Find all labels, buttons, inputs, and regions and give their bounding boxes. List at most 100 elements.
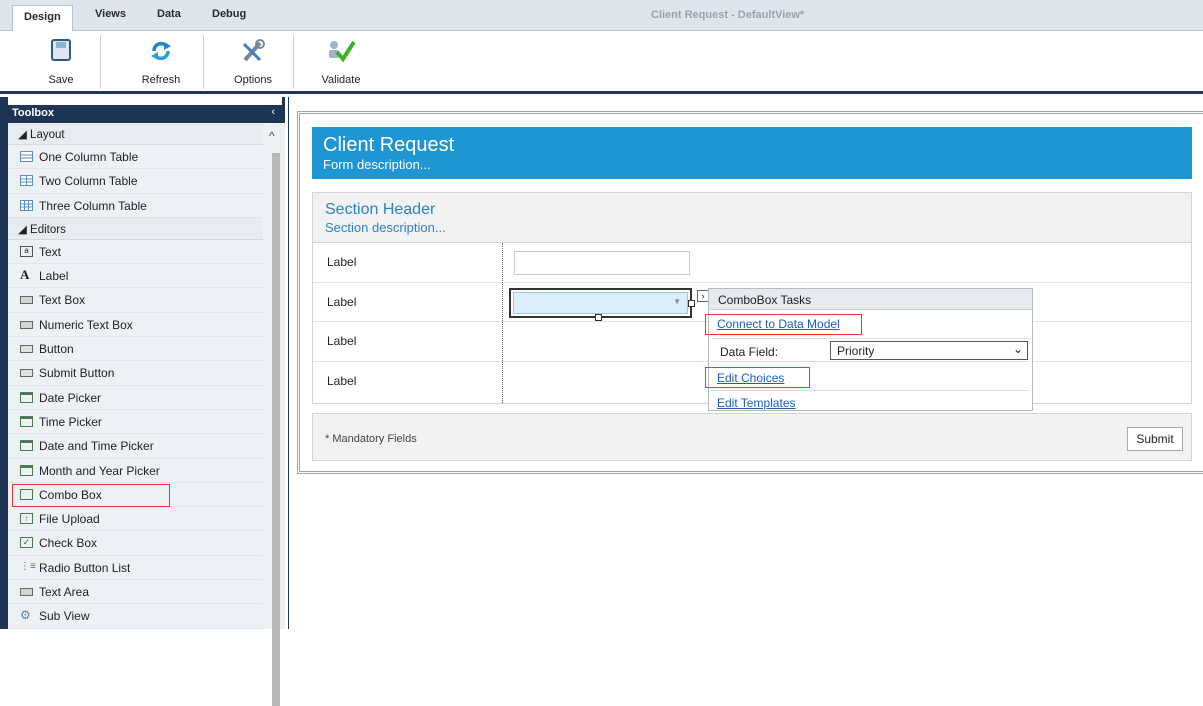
button-icon — [20, 345, 33, 354]
toolbox-item-two-column-table[interactable]: Two Column Table — [8, 169, 263, 194]
validate-button[interactable]: Validate — [310, 31, 372, 91]
toolbox-item-label: Submit Button — [39, 366, 115, 381]
field-label[interactable]: Label — [327, 334, 356, 348]
validate-check-icon — [329, 40, 356, 63]
toolbox-title: Toolbox — [12, 107, 54, 119]
toolbox-item-label: File Upload — [39, 512, 100, 527]
toolbox-item-label: Text Area — [39, 585, 90, 600]
edit-templates-link[interactable]: Edit Templates — [717, 396, 796, 410]
toolbox-item-three-column-table[interactable]: Three Column Table — [8, 193, 263, 218]
field-label[interactable]: Label — [327, 295, 356, 309]
toolbox-item-combo-box[interactable]: Combo Box — [8, 482, 263, 508]
toolbox-item-time-picker[interactable]: Time Picker — [8, 409, 263, 435]
field-label[interactable]: Label — [327, 374, 356, 388]
ribbon: Save Refresh Options Validate — [0, 31, 1203, 94]
toolbox-item-label: Check Box — [39, 536, 98, 551]
refresh-label: Refresh — [141, 74, 181, 86]
calendar-icon — [20, 464, 33, 476]
form-title: Client Request — [323, 134, 455, 156]
toolbox-item-label: Button — [39, 342, 74, 357]
options-label: Options — [234, 74, 272, 86]
data-field-select[interactable]: Priority ⌄ — [830, 341, 1028, 360]
submit-button-icon — [20, 369, 33, 378]
toolbox-scrollbar[interactable]: ^ — [263, 123, 285, 706]
mandatory-note: * Mandatory Fields — [325, 433, 417, 445]
group-label: Editors — [30, 223, 66, 236]
table-icon — [20, 175, 33, 187]
divider — [711, 390, 1029, 391]
text-icon: a — [20, 245, 33, 257]
panel-divider[interactable] — [288, 97, 289, 629]
ribbon-divider — [293, 35, 294, 89]
toolbox-list: ◢ Layout One Column Table Two Column Tab… — [8, 123, 263, 629]
toolbox-item-sub-view[interactable]: ⚙ Sub View — [8, 604, 263, 629]
toolbox-item-label: Text Box — [39, 293, 86, 308]
tab-debug[interactable]: Debug — [212, 8, 246, 20]
toolbox-item-date-and-time-picker[interactable]: Date and Time Picker — [8, 434, 263, 459]
refresh-icon — [151, 41, 171, 61]
toolbox-item-one-column-table[interactable]: One Column Table — [8, 145, 263, 170]
data-field-row: Data Field: Priority ⌄ — [711, 338, 1029, 362]
gear-icon: ⚙ — [20, 608, 31, 623]
toolbox-item-numeric-text-box[interactable]: Numeric Text Box — [8, 312, 263, 338]
connect-to-data-model-link[interactable]: Connect to Data Model — [717, 317, 840, 331]
ribbon-divider — [100, 35, 101, 89]
form-footer: * Mandatory Fields Submit — [312, 413, 1192, 461]
toolbox-item-submit-button[interactable]: Submit Button — [8, 361, 263, 386]
submit-button[interactable]: Submit — [1127, 427, 1183, 451]
toolbox-item-date-picker[interactable]: Date Picker — [8, 385, 263, 410]
scroll-thumb[interactable] — [272, 153, 280, 706]
toolbox-panel: Toolbox ‹ ◢ Layout One Column Table Two … — [0, 97, 285, 706]
field-label[interactable]: Label — [327, 255, 356, 269]
calendar-icon — [20, 415, 33, 427]
toolbox-item-text-area[interactable]: Text Area — [8, 580, 263, 605]
upload-icon: ↑ — [20, 513, 33, 525]
toolbox-item-month-and-year-picker[interactable]: Month and Year Picker — [8, 458, 263, 483]
toolbox-item-check-box[interactable]: ✓ Check Box — [8, 531, 263, 556]
collapse-toolbox-button[interactable]: ‹ — [271, 106, 275, 118]
toolbox-item-label: Three Column Table — [39, 198, 147, 213]
section-header[interactable]: Section Header Section description... — [313, 193, 1191, 243]
resize-handle[interactable] — [595, 314, 602, 321]
toolbox-group-editors[interactable]: ◢ Editors — [8, 217, 263, 240]
options-button[interactable]: Options — [218, 31, 288, 91]
group-label: Layout — [30, 129, 65, 141]
scroll-up-icon[interactable]: ^ — [269, 129, 275, 143]
form-header[interactable]: Client Request Form description... — [312, 127, 1192, 179]
textbox-icon — [20, 296, 33, 305]
data-field-label: Data Field: — [720, 345, 779, 359]
toolbox-item-label: One Column Table — [39, 150, 139, 164]
toolbox-item-text[interactable]: a Text — [8, 239, 263, 265]
combo-box-field[interactable] — [513, 292, 688, 314]
save-icon — [51, 39, 71, 61]
edit-choices-link[interactable]: Edit Choices — [717, 371, 784, 385]
toolbox-item-label[interactable]: A Label — [8, 264, 263, 289]
toolbox-item-label: Time Picker — [39, 414, 102, 429]
toolbox-item-label: Numeric Text Box — [39, 317, 133, 332]
save-button[interactable]: Save — [26, 31, 96, 91]
combobox-tasks-panel: ComboBox Tasks Connect to Data Model Dat… — [705, 288, 1033, 411]
document-title: Client Request - DefaultView* — [651, 9, 805, 21]
validate-label: Validate — [321, 74, 361, 86]
toolbox-item-file-upload[interactable]: ↑ File Upload — [8, 507, 263, 532]
toolbox-header: Toolbox ‹ — [8, 105, 285, 123]
toolbox-item-text-box[interactable]: Text Box — [8, 288, 263, 313]
text-input[interactable] — [514, 251, 690, 275]
toolbox-item-label: Label — [39, 269, 69, 284]
radio-list-icon: ⋮≡ — [20, 560, 36, 572]
toolbox-item-radio-button-list[interactable]: ⋮≡ Radio Button List — [8, 555, 263, 581]
toolbox-group-layout[interactable]: ◢ Layout — [8, 123, 263, 145]
refresh-button[interactable]: Refresh — [126, 31, 196, 91]
toolbox-item-label: Radio Button List — [39, 560, 131, 575]
tab-design[interactable]: Design — [12, 5, 73, 32]
combobox-icon — [20, 488, 33, 500]
save-label: Save — [48, 74, 74, 86]
toolbox-item-button[interactable]: Button — [8, 337, 263, 362]
calendar-icon — [20, 391, 33, 403]
dropdown-arrow-icon[interactable]: ▼ — [673, 297, 681, 306]
tab-views[interactable]: Views — [95, 8, 126, 20]
tab-data[interactable]: Data — [157, 8, 181, 20]
table-icon — [20, 151, 33, 162]
section-title: Section Header — [325, 201, 436, 218]
resize-handle[interactable] — [688, 300, 695, 307]
